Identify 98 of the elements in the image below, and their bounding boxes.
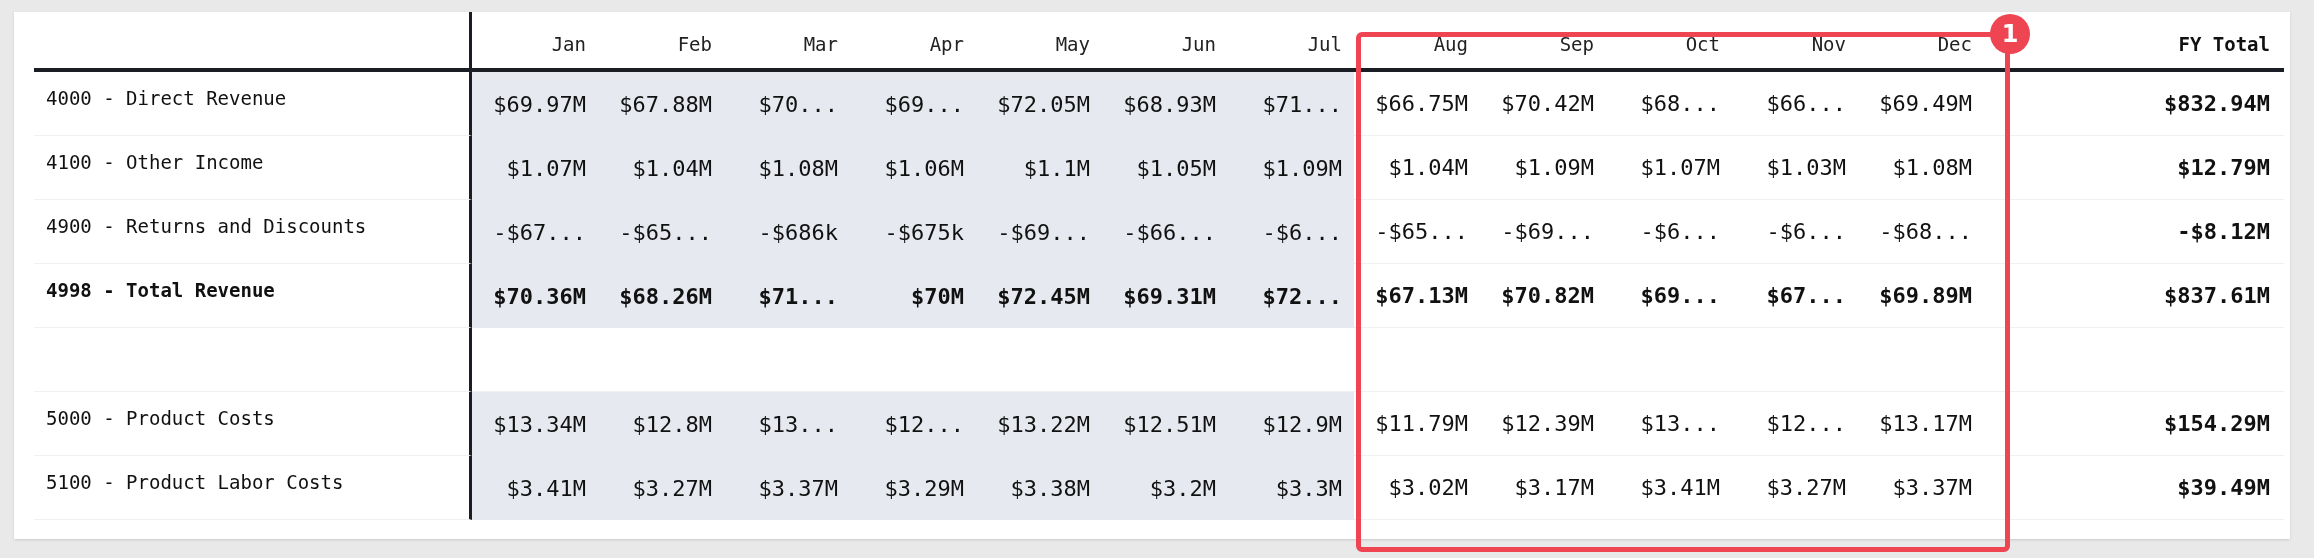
column-header: Dec bbox=[1937, 31, 1972, 57]
column-header: Apr bbox=[929, 31, 964, 57]
table-cell-text: $3.41M bbox=[1640, 474, 1720, 502]
table-cell-text: $12.8M bbox=[632, 410, 712, 439]
table-cell-text: $72... bbox=[1262, 282, 1342, 311]
table-cell-text: $3.3M bbox=[1275, 474, 1342, 503]
table-cell-text: -$69... bbox=[997, 218, 1090, 247]
column-header: Jul bbox=[1307, 31, 1342, 57]
table-cell-text: $68.26M bbox=[619, 282, 712, 311]
table-cell-text: $11.79M bbox=[1375, 410, 1468, 438]
table-cell-text: $3.37M bbox=[1892, 474, 1972, 502]
table-cell-text: $67... bbox=[1766, 282, 1846, 310]
row-label: 5000 - Product Costs bbox=[46, 407, 275, 429]
total-cell-text: $832.94M bbox=[2164, 90, 2270, 118]
row-label: 4000 - Direct Revenue bbox=[46, 87, 287, 109]
column-header: Mar bbox=[803, 31, 838, 57]
table-cell-text: $1.07M bbox=[1640, 154, 1720, 182]
column-header: Oct bbox=[1685, 31, 1720, 57]
table-cell-text: $70... bbox=[758, 90, 838, 119]
table-cell-text: -$65... bbox=[1375, 218, 1468, 246]
table-cell-text: $1.07M bbox=[506, 154, 586, 183]
table-cell-text: -$675k bbox=[884, 218, 964, 247]
table-cell-text: $3.41M bbox=[506, 474, 586, 503]
table-cell-text: $12.39M bbox=[1501, 410, 1594, 438]
table-cell-text: $68... bbox=[1640, 90, 1720, 118]
table-cell-text: $70.82M bbox=[1501, 282, 1594, 310]
table-cell-text: $69.89M bbox=[1879, 282, 1972, 310]
table-cell-text: $69.97M bbox=[493, 90, 586, 119]
table-cell-text: $71... bbox=[758, 282, 838, 311]
table-cell-text: $70M bbox=[911, 282, 964, 311]
table-cell-text: $12.51M bbox=[1123, 410, 1216, 439]
column-header: Jan bbox=[551, 31, 586, 57]
table-cell-text: $13.22M bbox=[997, 410, 1090, 439]
total-cell-text: $837.61M bbox=[2164, 282, 2270, 310]
column-header: Feb bbox=[677, 31, 712, 57]
column-header: Aug bbox=[1433, 31, 1468, 57]
table-cell-text: -$68... bbox=[1879, 218, 1972, 246]
table-cell-text: $1.08M bbox=[758, 154, 838, 183]
table-cell-text: $66... bbox=[1766, 90, 1846, 118]
column-header: May bbox=[1055, 31, 1090, 57]
table-cell-text: -$69... bbox=[1501, 218, 1594, 246]
table-cell-text: $69... bbox=[1640, 282, 1720, 310]
table-cell-text: $12.9M bbox=[1262, 410, 1342, 439]
row-label: 4998 - Total Revenue bbox=[46, 279, 275, 301]
table-cell-text: $1.04M bbox=[1388, 154, 1468, 182]
total-cell-text: $12.79M bbox=[2177, 154, 2270, 182]
table-cell-text: $71... bbox=[1262, 90, 1342, 119]
table-cell-text: $1.09M bbox=[1514, 154, 1594, 182]
table-cell-text: $69... bbox=[884, 90, 964, 119]
table-cell-text: $3.38M bbox=[1010, 474, 1090, 503]
column-header: Sep bbox=[1559, 31, 1594, 57]
row-label: 5100 - Product Labor Costs bbox=[46, 471, 344, 493]
table-cell-text: -$6... bbox=[1262, 218, 1342, 247]
table-cell-text: $1.08M bbox=[1892, 154, 1972, 182]
total-cell-text: $154.29M bbox=[2164, 410, 2270, 438]
table-cell-text: $67.88M bbox=[619, 90, 712, 119]
table-cell-text: $13... bbox=[1640, 410, 1720, 438]
table-cell-text: $3.27M bbox=[1766, 474, 1846, 502]
table-cell-text: $1.1M bbox=[1023, 154, 1090, 183]
table-cell-text: $1.05M bbox=[1136, 154, 1216, 183]
table-cell-text: $70.36M bbox=[493, 282, 586, 311]
table-cell-text: $3.27M bbox=[632, 474, 712, 503]
table-cell-text: -$67... bbox=[493, 218, 586, 247]
column-header: Nov bbox=[1811, 31, 1846, 57]
table-cell-text: $72.45M bbox=[997, 282, 1090, 311]
table-cell-text: -$686k bbox=[758, 218, 838, 247]
table-cell-text: $3.29M bbox=[884, 474, 964, 503]
table-cell-text: $72.05M bbox=[997, 90, 1090, 119]
table-cell-text: $69.49M bbox=[1879, 90, 1972, 118]
column-header: FY Total bbox=[2178, 31, 2270, 57]
table-cell-text: $13... bbox=[758, 410, 838, 439]
table-cell-text: -$66... bbox=[1123, 218, 1216, 247]
table-cell-text: $12... bbox=[884, 410, 964, 439]
table-cell-text: -$65... bbox=[619, 218, 712, 247]
table-cell-text: -$6... bbox=[1640, 218, 1720, 246]
total-cell-text: $39.49M bbox=[2177, 474, 2270, 502]
table-cell-text: $3.2M bbox=[1149, 474, 1216, 503]
table-cell-text: $3.17M bbox=[1514, 474, 1594, 502]
table-cell-text: $1.03M bbox=[1766, 154, 1846, 182]
table-cell-text: -$6... bbox=[1766, 218, 1846, 246]
annotation-badge: 1 bbox=[1990, 14, 2030, 54]
row-label: 4900 - Returns and Discounts bbox=[46, 215, 367, 237]
total-cell-text: -$8.12M bbox=[2177, 218, 2270, 246]
column-header: Jun bbox=[1181, 31, 1216, 57]
table-cell-text: $70.42M bbox=[1501, 90, 1594, 118]
table-cell-text: $69.31M bbox=[1123, 282, 1216, 311]
table-cell-text: $13.17M bbox=[1879, 410, 1972, 438]
table-cell-text: $1.04M bbox=[632, 154, 712, 183]
table-cell-text: $1.06M bbox=[884, 154, 964, 183]
table-cell-text: $1.09M bbox=[1262, 154, 1342, 183]
row-label: 4100 - Other Income bbox=[46, 151, 264, 173]
table-cell-text: $68.93M bbox=[1123, 90, 1216, 119]
table-cell-text: $3.37M bbox=[758, 474, 838, 503]
table-cell-text: $12... bbox=[1766, 410, 1846, 438]
table-cell-text: $66.75M bbox=[1375, 90, 1468, 118]
table-cell-text: $3.02M bbox=[1388, 474, 1468, 502]
table-cell-text: $67.13M bbox=[1375, 282, 1468, 310]
table-cell-text: $13.34M bbox=[493, 410, 586, 439]
